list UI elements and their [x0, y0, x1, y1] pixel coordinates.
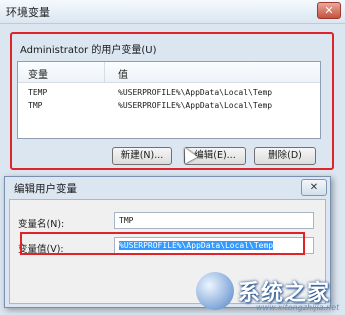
variable-name-cell: TEMP: [28, 88, 48, 97]
variable-name-value: TMP: [119, 216, 134, 225]
list-item[interactable]: TEMP %USERPROFILE%\AppData\Local\Temp: [18, 87, 320, 99]
new-button[interactable]: 新建(N)...: [112, 147, 172, 165]
dialog-close-button[interactable]: ✕: [301, 179, 327, 196]
watermark-logo-icon: [196, 272, 234, 310]
value-highlight-box: [20, 232, 305, 255]
variable-name-cell: TMP: [28, 101, 43, 110]
variable-value-cell: %USERPROFILE%\AppData\Local\Temp: [118, 101, 273, 110]
watermark: 系统之家 www.xitongzhijia.net: [196, 270, 344, 314]
window-titlebar: 环境变量 ✕: [0, 0, 345, 24]
variable-name-label: 变量名(N):: [18, 219, 65, 230]
variable-name-input[interactable]: TMP: [114, 212, 314, 229]
column-header-variable[interactable]: 变量: [28, 66, 48, 81]
list-header: 变量 值: [18, 62, 320, 83]
close-icon: ✕: [309, 182, 319, 193]
variable-value-cell: %USERPROFILE%\AppData\Local\Temp: [118, 88, 273, 97]
window-title: 环境变量: [6, 6, 50, 19]
watermark-url: www.xitongzhijia.net: [256, 303, 340, 312]
list-item[interactable]: TMP %USERPROFILE%\AppData\Local\Temp: [18, 100, 320, 112]
close-icon: ✕: [324, 4, 334, 17]
window-close-button[interactable]: ✕: [317, 2, 341, 19]
delete-button[interactable]: 删除(D): [254, 147, 316, 165]
dialog-title: 编辑用户变量: [14, 183, 77, 195]
column-divider[interactable]: [104, 62, 105, 83]
column-header-value[interactable]: 值: [118, 66, 128, 81]
user-variables-group-label: Administrator 的用户变量(U): [20, 45, 157, 56]
user-variables-list[interactable]: 变量 值 TEMP %USERPROFILE%\AppData\Local\Te…: [17, 61, 321, 139]
